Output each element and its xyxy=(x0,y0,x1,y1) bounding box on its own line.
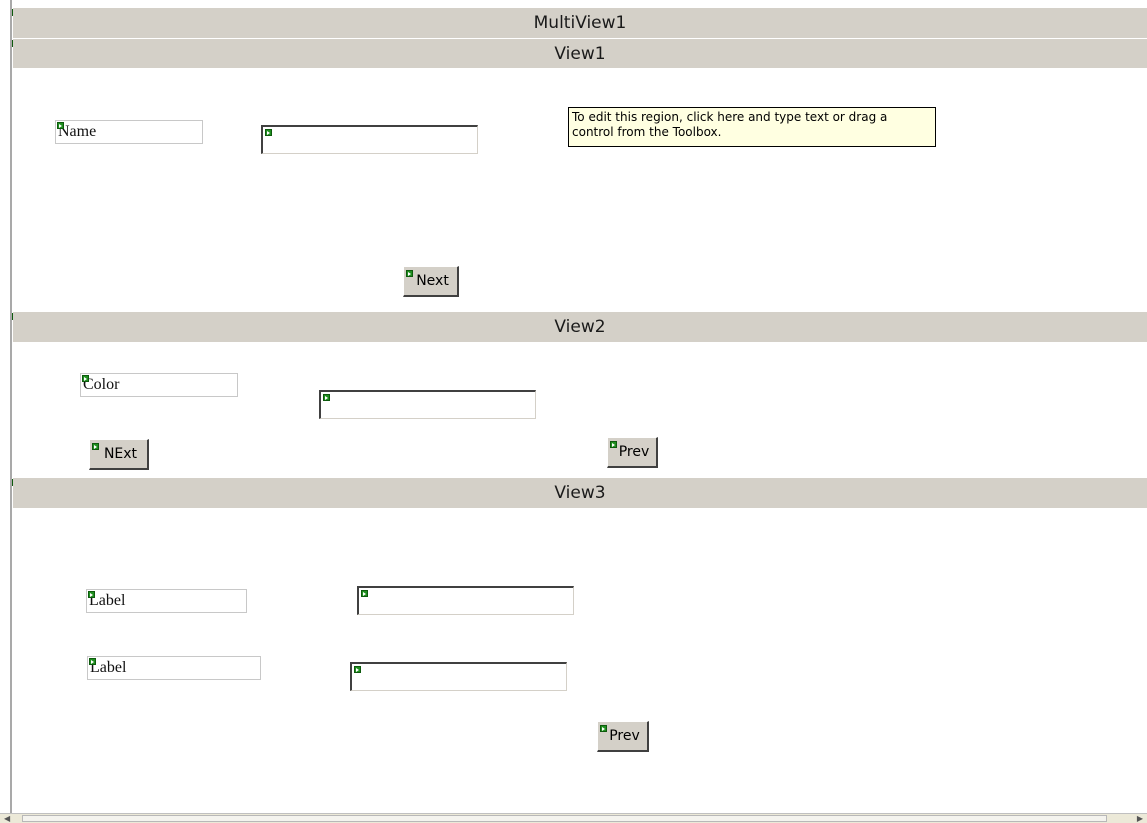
view3-prev-label: Prev xyxy=(609,728,640,744)
view1-title: View1 xyxy=(554,43,606,64)
control-marker-icon xyxy=(57,122,64,129)
control-marker-icon xyxy=(323,394,330,401)
control-marker-icon xyxy=(88,591,95,598)
control-marker-icon xyxy=(406,270,413,277)
view3-header[interactable]: View3 xyxy=(13,478,1147,508)
view3-textbox-1[interactable] xyxy=(357,586,574,615)
scroll-left-icon[interactable]: ◀ xyxy=(4,815,10,823)
name-label[interactable]: Name xyxy=(55,120,203,144)
scrollbar-thumb[interactable] xyxy=(22,815,1107,822)
control-marker-icon xyxy=(82,375,89,382)
view1-next-label: Next xyxy=(416,273,449,289)
view3-label-1[interactable]: Label xyxy=(86,589,247,613)
view1-next-button[interactable]: Next xyxy=(403,266,459,297)
view3-textbox-2[interactable] xyxy=(350,662,567,691)
control-marker-icon xyxy=(600,725,607,732)
control-marker-icon xyxy=(354,666,361,673)
edit-region-tooltip-text: To edit this region, click here and type… xyxy=(572,110,888,139)
view3-prev-button[interactable]: Prev xyxy=(597,721,649,752)
designer-left-border xyxy=(10,0,12,823)
view3-title: View3 xyxy=(554,483,606,503)
color-textbox[interactable] xyxy=(319,390,536,419)
view3-label-2[interactable]: Label xyxy=(87,656,261,680)
edit-region-tooltip[interactable]: To edit this region, click here and type… xyxy=(568,107,936,147)
color-label[interactable]: Color xyxy=(80,373,238,397)
name-textbox[interactable] xyxy=(261,125,478,154)
view2-header[interactable]: View2 xyxy=(13,312,1147,342)
view2-title: View2 xyxy=(554,317,606,337)
horizontal-scrollbar[interactable]: ◀ ▶ xyxy=(0,813,1147,823)
view2-prev-label: Prev xyxy=(618,444,650,460)
view2-next-label: NExt xyxy=(103,446,138,462)
control-marker-icon xyxy=(92,443,99,450)
view2-prev-button[interactable]: Prev xyxy=(607,437,658,468)
control-marker-icon xyxy=(265,129,272,136)
view2-next-button[interactable]: NExt xyxy=(89,439,149,470)
scroll-right-icon[interactable]: ▶ xyxy=(1137,815,1143,823)
multiview-title: MultiView1 xyxy=(533,13,627,33)
multiview-header[interactable]: MultiView1 xyxy=(13,8,1147,38)
view1-header[interactable]: View1 xyxy=(13,39,1147,68)
control-marker-icon xyxy=(89,658,96,665)
control-marker-icon xyxy=(361,590,368,597)
control-marker-icon xyxy=(610,441,617,448)
